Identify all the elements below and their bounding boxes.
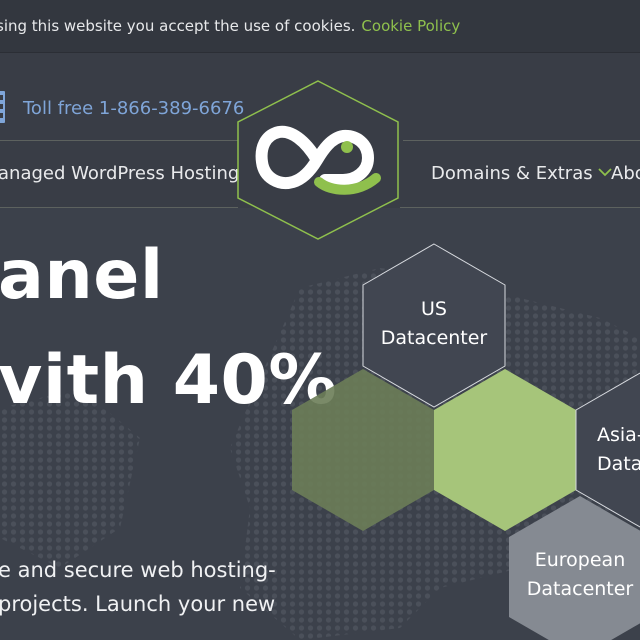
european-datacenter-label[interactable]: European Datacenter xyxy=(517,546,640,604)
us-datacenter-line2: Datacenter xyxy=(380,327,488,349)
datacenter-hexagons xyxy=(292,243,640,640)
us-datacenter-line1: US xyxy=(421,298,447,320)
page: sing this website you accept the use of … xyxy=(0,0,640,640)
european-datacenter-line1: European xyxy=(534,549,626,571)
us-datacenter-label[interactable]: US Datacenter xyxy=(374,295,494,353)
asia-datacenter-label[interactable]: Asia- Data xyxy=(597,421,640,479)
asia-datacenter-line1: Asia- xyxy=(597,424,640,446)
asia-datacenter-line2: Data xyxy=(597,453,640,475)
european-datacenter-line2: Datacenter xyxy=(526,578,634,600)
